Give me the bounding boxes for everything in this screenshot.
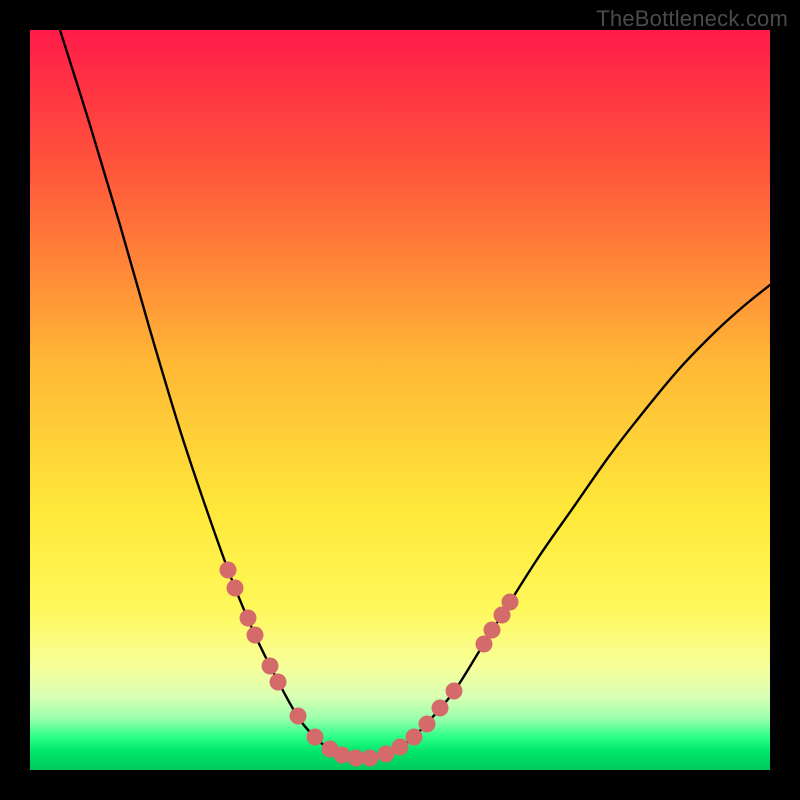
curve-marker bbox=[419, 716, 436, 733]
curve-marker bbox=[334, 747, 351, 764]
chart-frame bbox=[30, 30, 770, 770]
curve-marker bbox=[446, 683, 463, 700]
curve-marker bbox=[406, 729, 423, 746]
curve-marker bbox=[220, 562, 237, 579]
curve-marker bbox=[432, 700, 449, 717]
curve-marker bbox=[247, 627, 264, 644]
curve-marker bbox=[227, 580, 244, 597]
curve-marker bbox=[240, 610, 257, 627]
curve-marker bbox=[484, 622, 501, 639]
curve-marker bbox=[262, 658, 279, 675]
curve-marker bbox=[270, 674, 287, 691]
curve-marker bbox=[307, 729, 324, 746]
watermark-text: TheBottleneck.com bbox=[596, 6, 788, 32]
curve-marker bbox=[362, 750, 379, 767]
bottleneck-curve bbox=[60, 30, 770, 759]
chart-curve-layer bbox=[30, 30, 770, 770]
curve-marker bbox=[502, 594, 519, 611]
curve-marker bbox=[392, 739, 409, 756]
curve-markers bbox=[220, 562, 519, 767]
curve-marker bbox=[290, 708, 307, 725]
